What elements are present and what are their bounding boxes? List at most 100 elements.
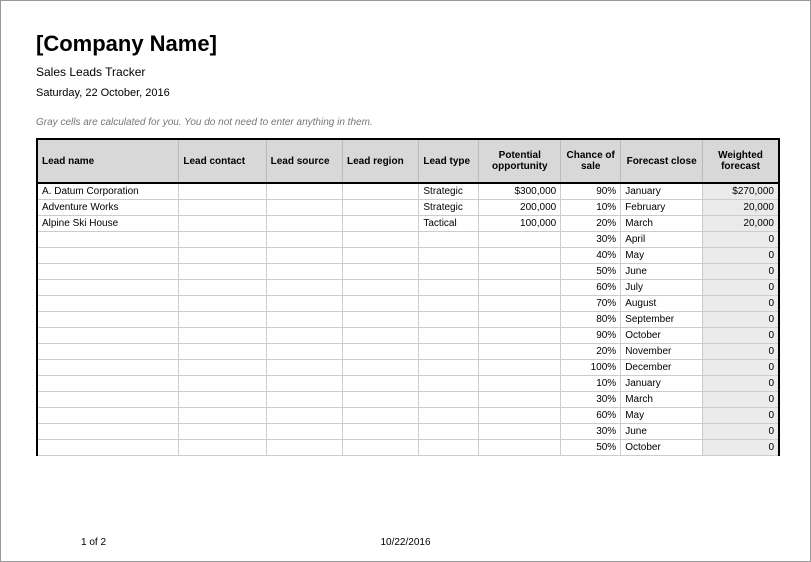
cell-chance[interactable]: 80% xyxy=(561,312,621,328)
cell-chance[interactable]: 20% xyxy=(561,216,621,232)
cell-lead-source[interactable] xyxy=(266,296,342,312)
cell-chance[interactable]: 40% xyxy=(561,248,621,264)
cell-forecast-close[interactable]: October xyxy=(621,440,703,456)
cell-forecast-close[interactable]: April xyxy=(621,232,703,248)
cell-lead-contact[interactable] xyxy=(179,360,266,376)
cell-lead-name[interactable]: Alpine Ski House xyxy=(37,216,179,232)
cell-lead-region[interactable] xyxy=(343,216,419,232)
cell-chance[interactable]: 30% xyxy=(561,232,621,248)
cell-lead-contact[interactable] xyxy=(179,376,266,392)
cell-lead-source[interactable] xyxy=(266,312,342,328)
cell-lead-name[interactable] xyxy=(37,328,179,344)
cell-forecast-close[interactable]: March xyxy=(621,392,703,408)
cell-lead-source[interactable] xyxy=(266,328,342,344)
cell-lead-name[interactable] xyxy=(37,360,179,376)
cell-chance[interactable]: 90% xyxy=(561,183,621,200)
cell-lead-type[interactable] xyxy=(419,264,479,280)
cell-forecast-close[interactable]: March xyxy=(621,216,703,232)
cell-lead-name[interactable] xyxy=(37,424,179,440)
cell-potential[interactable] xyxy=(479,360,561,376)
cell-lead-region[interactable] xyxy=(343,200,419,216)
cell-lead-name[interactable]: A. Datum Corporation xyxy=(37,183,179,200)
cell-lead-type[interactable]: Strategic xyxy=(419,183,479,200)
cell-lead-region[interactable] xyxy=(343,360,419,376)
cell-lead-region[interactable] xyxy=(343,328,419,344)
cell-lead-contact[interactable] xyxy=(179,392,266,408)
cell-lead-name[interactable] xyxy=(37,376,179,392)
cell-chance[interactable]: 10% xyxy=(561,200,621,216)
cell-potential[interactable] xyxy=(479,344,561,360)
cell-potential[interactable] xyxy=(479,440,561,456)
cell-potential[interactable] xyxy=(479,312,561,328)
cell-lead-region[interactable] xyxy=(343,280,419,296)
cell-lead-region[interactable] xyxy=(343,344,419,360)
cell-chance[interactable]: 10% xyxy=(561,376,621,392)
cell-forecast-close[interactable]: May xyxy=(621,248,703,264)
cell-lead-region[interactable] xyxy=(343,183,419,200)
cell-lead-contact[interactable] xyxy=(179,296,266,312)
cell-potential[interactable] xyxy=(479,248,561,264)
cell-lead-type[interactable] xyxy=(419,248,479,264)
cell-lead-name[interactable] xyxy=(37,280,179,296)
cell-lead-name[interactable] xyxy=(37,264,179,280)
cell-lead-name[interactable] xyxy=(37,232,179,248)
cell-lead-contact[interactable] xyxy=(179,264,266,280)
cell-lead-region[interactable] xyxy=(343,440,419,456)
cell-chance[interactable]: 20% xyxy=(561,344,621,360)
cell-potential[interactable]: $300,000 xyxy=(479,183,561,200)
cell-potential[interactable] xyxy=(479,264,561,280)
cell-forecast-close[interactable]: January xyxy=(621,183,703,200)
cell-lead-region[interactable] xyxy=(343,248,419,264)
cell-forecast-close[interactable]: October xyxy=(621,328,703,344)
cell-lead-name[interactable] xyxy=(37,312,179,328)
cell-chance[interactable]: 90% xyxy=(561,328,621,344)
cell-chance[interactable]: 30% xyxy=(561,392,621,408)
cell-lead-type[interactable] xyxy=(419,440,479,456)
cell-lead-region[interactable] xyxy=(343,264,419,280)
cell-lead-source[interactable] xyxy=(266,232,342,248)
cell-chance[interactable]: 60% xyxy=(561,408,621,424)
cell-lead-contact[interactable] xyxy=(179,200,266,216)
cell-potential[interactable] xyxy=(479,280,561,296)
cell-chance[interactable]: 30% xyxy=(561,424,621,440)
cell-chance[interactable]: 70% xyxy=(561,296,621,312)
cell-lead-name[interactable] xyxy=(37,408,179,424)
cell-forecast-close[interactable]: May xyxy=(621,408,703,424)
cell-forecast-close[interactable]: September xyxy=(621,312,703,328)
cell-lead-type[interactable] xyxy=(419,424,479,440)
cell-potential[interactable] xyxy=(479,424,561,440)
cell-lead-contact[interactable] xyxy=(179,328,266,344)
cell-lead-type[interactable] xyxy=(419,312,479,328)
cell-potential[interactable]: 200,000 xyxy=(479,200,561,216)
cell-lead-source[interactable] xyxy=(266,376,342,392)
cell-forecast-close[interactable]: August xyxy=(621,296,703,312)
cell-lead-contact[interactable] xyxy=(179,280,266,296)
cell-potential[interactable] xyxy=(479,296,561,312)
cell-lead-type[interactable] xyxy=(419,376,479,392)
cell-forecast-close[interactable]: December xyxy=(621,360,703,376)
cell-lead-name[interactable] xyxy=(37,248,179,264)
cell-lead-type[interactable] xyxy=(419,328,479,344)
cell-lead-contact[interactable] xyxy=(179,408,266,424)
cell-forecast-close[interactable]: January xyxy=(621,376,703,392)
cell-lead-contact[interactable] xyxy=(179,216,266,232)
cell-chance[interactable]: 60% xyxy=(561,280,621,296)
cell-lead-contact[interactable] xyxy=(179,344,266,360)
cell-forecast-close[interactable]: July xyxy=(621,280,703,296)
cell-lead-region[interactable] xyxy=(343,376,419,392)
cell-lead-contact[interactable] xyxy=(179,424,266,440)
cell-lead-source[interactable] xyxy=(266,248,342,264)
cell-lead-type[interactable] xyxy=(419,360,479,376)
cell-forecast-close[interactable]: February xyxy=(621,200,703,216)
cell-lead-source[interactable] xyxy=(266,360,342,376)
cell-lead-contact[interactable] xyxy=(179,440,266,456)
cell-lead-contact[interactable] xyxy=(179,248,266,264)
cell-potential[interactable] xyxy=(479,376,561,392)
cell-lead-contact[interactable] xyxy=(179,232,266,248)
cell-lead-type[interactable] xyxy=(419,408,479,424)
cell-lead-contact[interactable] xyxy=(179,183,266,200)
cell-lead-source[interactable] xyxy=(266,264,342,280)
cell-lead-region[interactable] xyxy=(343,424,419,440)
cell-lead-contact[interactable] xyxy=(179,312,266,328)
cell-lead-name[interactable] xyxy=(37,392,179,408)
